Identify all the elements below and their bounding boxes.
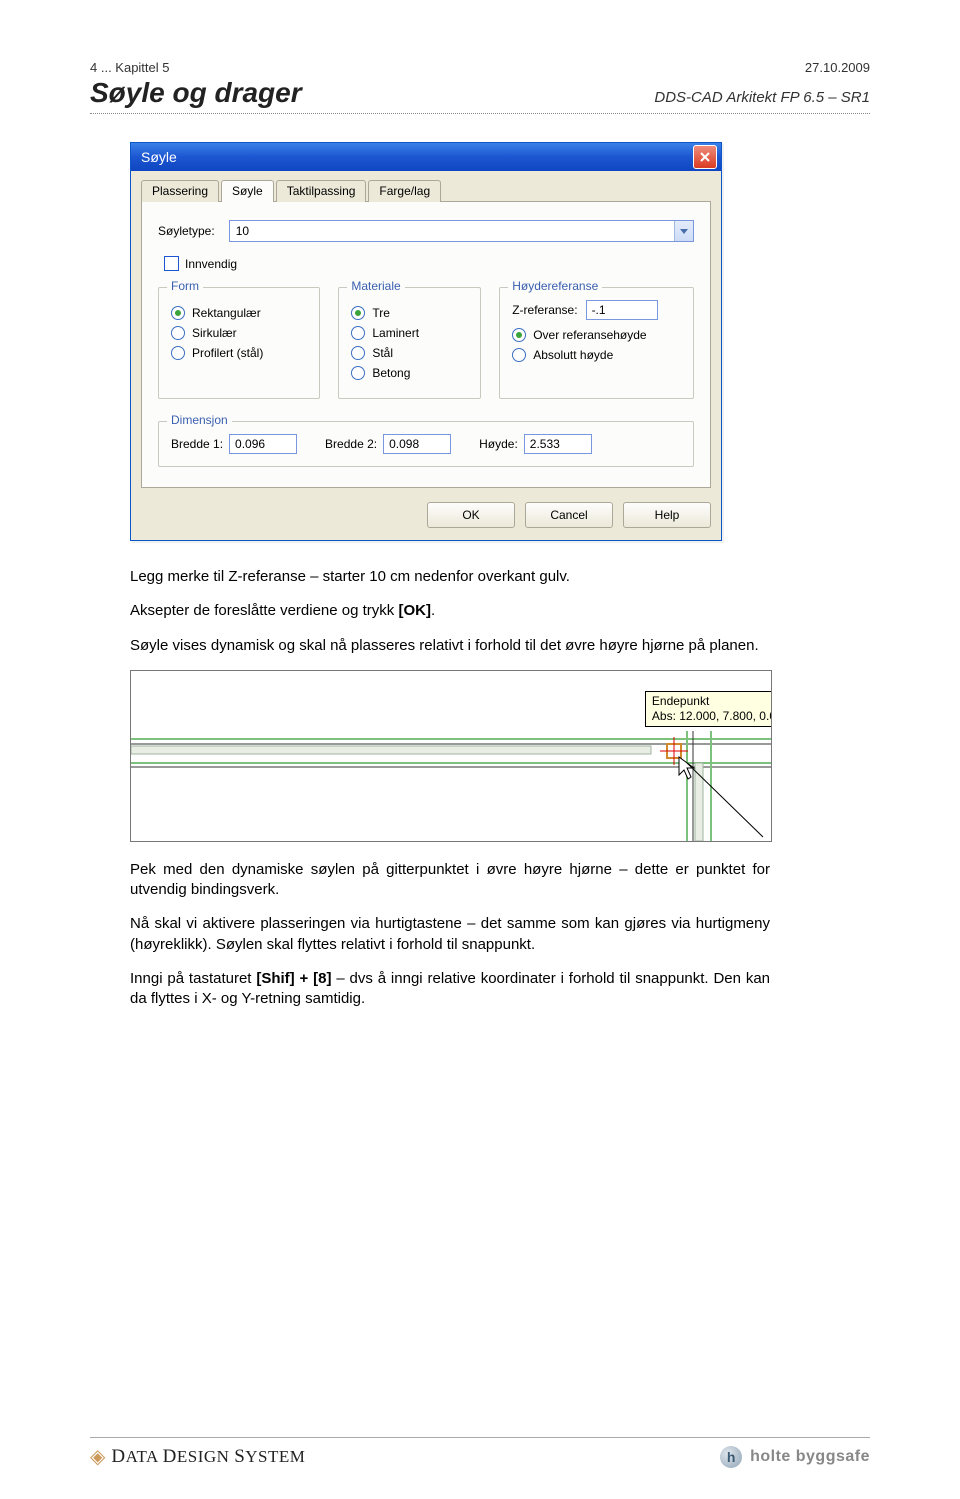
close-icon[interactable]: [693, 145, 717, 169]
chevron-down-icon[interactable]: [674, 221, 693, 241]
bredde2-input[interactable]: [383, 434, 451, 454]
column-dialog: Søyle Plassering Søyle Taktilpassing Far…: [130, 142, 722, 541]
holte-icon: h: [720, 1446, 742, 1468]
form-rect-radio[interactable]: [171, 306, 185, 320]
product-subtitle: DDS-CAD Arkitekt FP 6.5 – SR1: [654, 89, 870, 106]
cube-icon: ◈: [90, 1444, 105, 1469]
mat-staal-radio[interactable]: [351, 346, 365, 360]
snap-tooltip: Endepunkt Abs: 12.000, 7.800, 0.0: [645, 691, 772, 727]
dim-legend: Dimensjon: [167, 413, 232, 427]
href-over-radio[interactable]: [512, 328, 526, 342]
column-type-select[interactable]: 10: [229, 220, 694, 242]
mat-tre-label: Tre: [372, 306, 390, 320]
para-hotkey-intro: Nå skal vi aktivere plasseringen via hur…: [130, 914, 770, 955]
form-prof-radio[interactable]: [171, 346, 185, 360]
header-divider: [90, 113, 870, 114]
form-prof-label: Profilert (stål): [192, 346, 263, 360]
cancel-button[interactable]: Cancel: [525, 502, 613, 528]
bredde1-label: Bredde 1:: [171, 437, 223, 451]
dialog-title: Søyle: [141, 149, 177, 165]
mat-lam-label: Laminert: [372, 326, 419, 340]
form-legend: Form: [167, 279, 203, 293]
holte-logo: h holte byggsafe: [720, 1446, 870, 1468]
chapter-label: 4 ... Kapittel 5: [90, 60, 170, 75]
bredde1-input[interactable]: [229, 434, 297, 454]
mat-lam-radio[interactable]: [351, 326, 365, 340]
tooltip-line2: Abs: 12.000, 7.800, 0.0: [652, 709, 772, 723]
mat-betong-label: Betong: [372, 366, 410, 380]
page-title: Søyle og drager: [90, 77, 302, 109]
tab-plassering[interactable]: Plassering: [141, 180, 219, 202]
hoyde-label: Høyde:: [479, 437, 518, 451]
para-accept: Aksepter de foreslåtte verdiene og trykk…: [130, 601, 770, 621]
dds-logo: ◈ DATA DESIGN SYSTEM: [90, 1444, 305, 1469]
mat-betong-radio[interactable]: [351, 366, 365, 380]
href-legend: Høydereferanse: [508, 279, 602, 293]
form-circ-label: Sirkulær: [192, 326, 237, 340]
para-dynamic: Søyle vises dynamisk og skal nå plassere…: [130, 636, 770, 656]
date-label: 27.10.2009: [805, 60, 870, 75]
mat-staal-label: Stål: [372, 346, 393, 360]
tooltip-line1: Endepunkt: [652, 694, 709, 708]
para-shift8: Inngi på tastaturet [Shif] + [8] – dvs å…: [130, 969, 770, 1010]
page-footer: ◈ DATA DESIGN SYSTEM h holte byggsafe: [90, 1437, 870, 1469]
column-type-label: Søyletype:: [158, 224, 215, 238]
href-abs-label: Absolutt høyde: [533, 348, 613, 362]
tab-taktilpassing[interactable]: Taktilpassing: [276, 180, 367, 202]
holte-text: holte byggsafe: [750, 1448, 870, 1466]
para-zref: Legg merke til Z-referanse – starter 10 …: [130, 567, 770, 587]
form-rect-label: Rektangulær: [192, 306, 261, 320]
dialog-titlebar: Søyle: [131, 143, 721, 171]
bredde2-label: Bredde 2:: [325, 437, 377, 451]
form-circ-radio[interactable]: [171, 326, 185, 340]
ok-button[interactable]: OK: [427, 502, 515, 528]
column-type-value: 10: [236, 224, 249, 238]
para-snap: Pek med den dynamiske søylen på gitterpu…: [130, 860, 770, 901]
tab-fargelag[interactable]: Farge/lag: [368, 180, 441, 202]
tab-soyle[interactable]: Søyle: [221, 180, 274, 202]
zref-label: Z-referanse:: [512, 303, 577, 317]
help-button[interactable]: Help: [623, 502, 711, 528]
hoyde-input[interactable]: [524, 434, 592, 454]
href-abs-radio[interactable]: [512, 348, 526, 362]
zref-input[interactable]: [586, 300, 658, 320]
innvendig-checkbox[interactable]: [164, 256, 179, 271]
material-legend: Materiale: [347, 279, 404, 293]
innvendig-label: Innvendig: [185, 257, 237, 271]
cad-preview: Endepunkt Abs: 12.000, 7.800, 0.0: [130, 670, 772, 842]
mat-tre-radio[interactable]: [351, 306, 365, 320]
href-over-label: Over referansehøyde: [533, 328, 646, 342]
